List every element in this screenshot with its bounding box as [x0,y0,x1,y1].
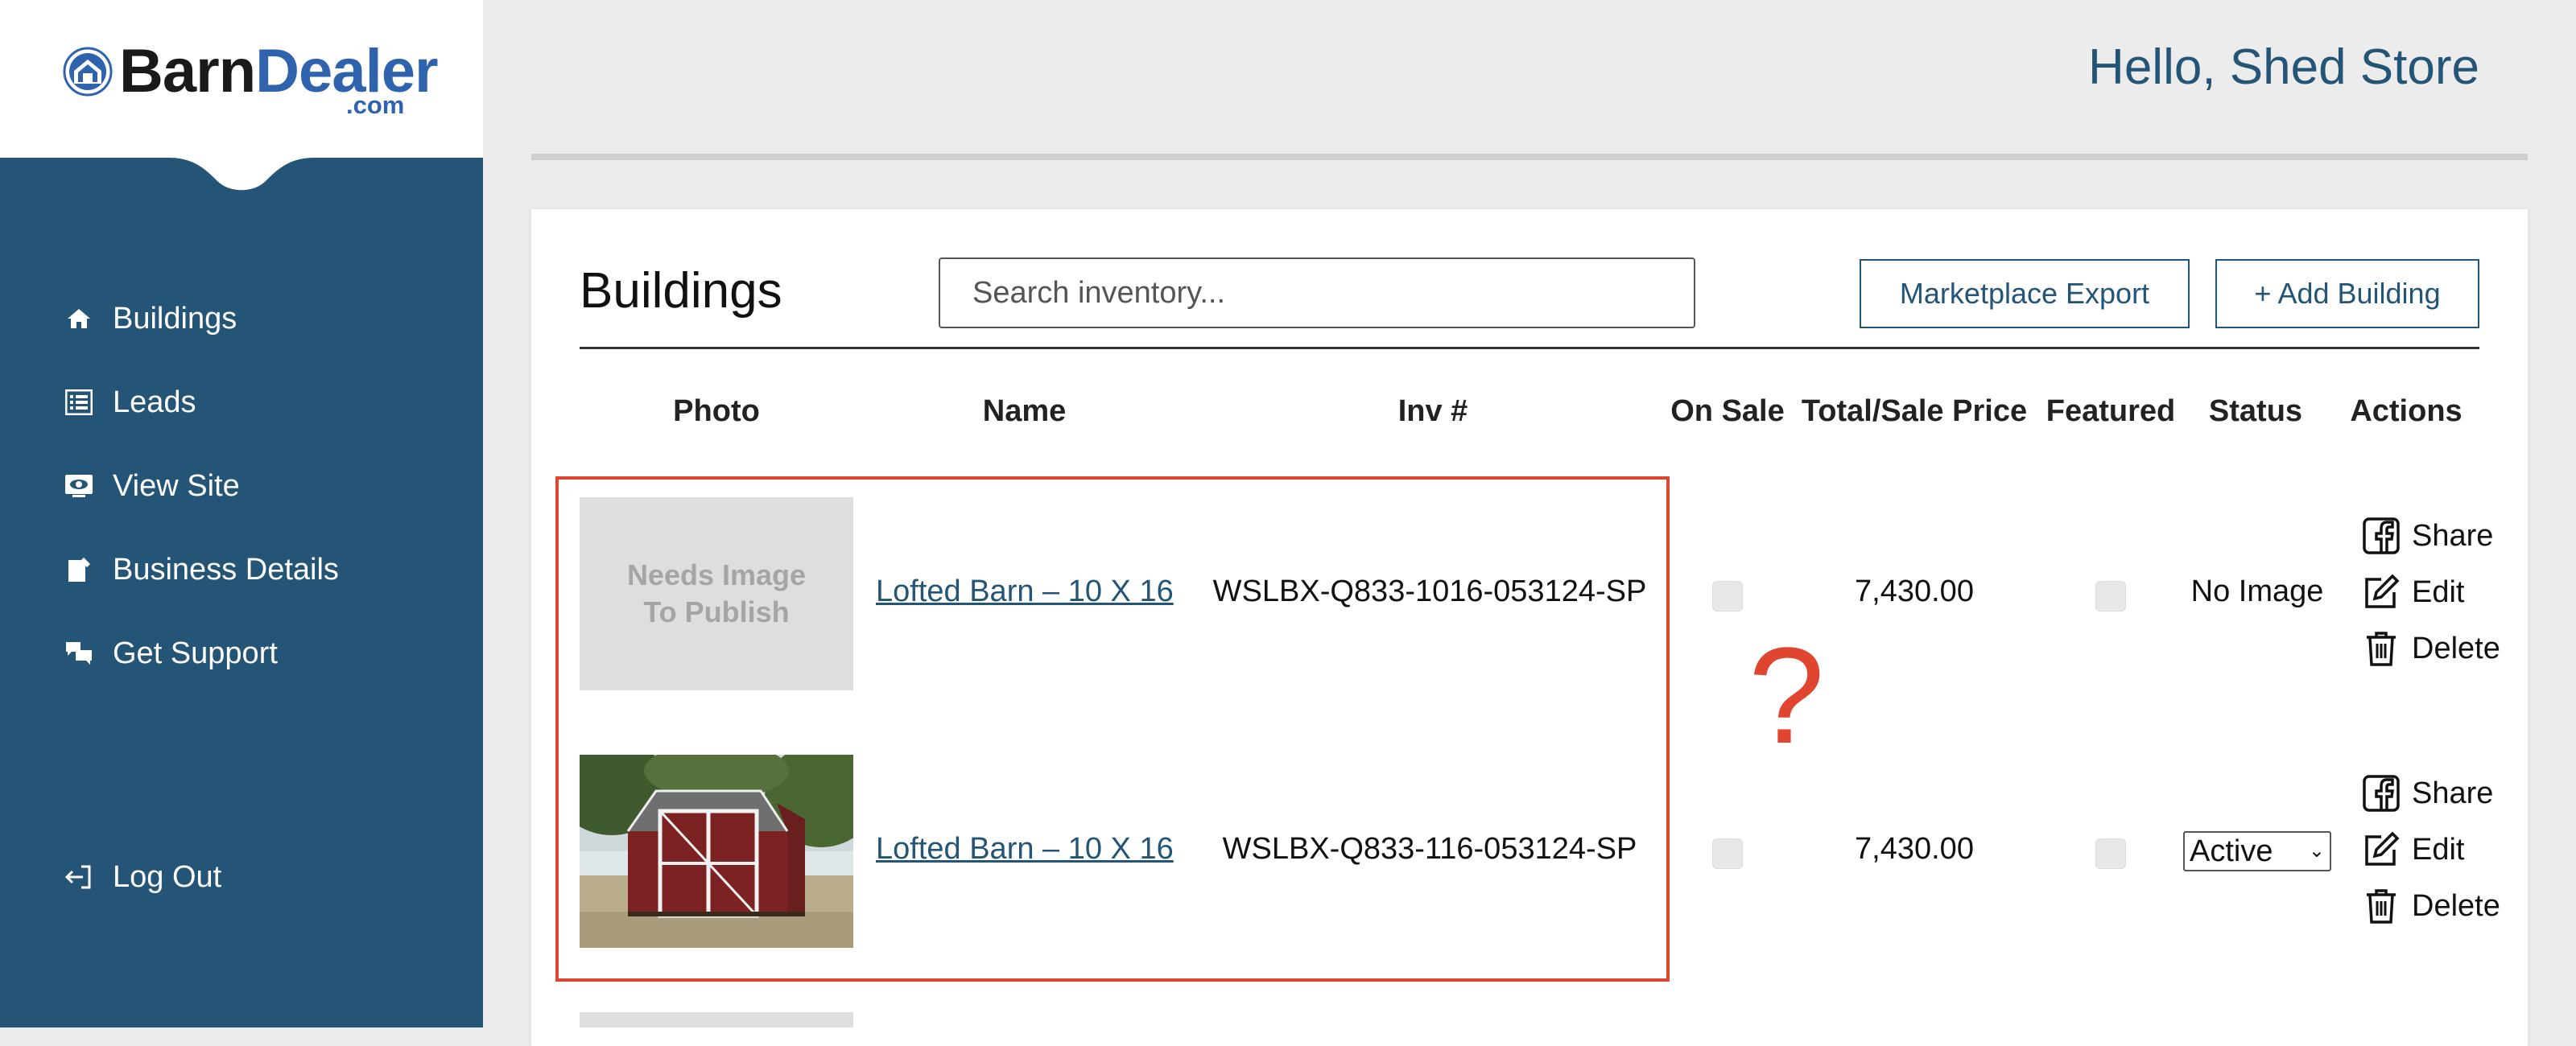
sidebar-item-view-site[interactable]: View Site [63,462,449,510]
status-select-value: Active [2190,834,2273,868]
share-label: Share [2412,776,2494,810]
sidebar-item-label: Get Support [113,636,278,670]
logout-icon [63,861,95,893]
column-header-on-sale: On Sale [1670,394,1785,428]
column-header-featured: Featured [2046,394,2176,428]
sidebar-item-buildings[interactable]: Buildings [63,294,449,343]
brand-suffix: .com [346,91,405,119]
edit-button[interactable]: Edit [2362,573,2464,612]
column-header-name: Name [982,394,1067,428]
on-sale-checkbox[interactable] [1712,838,1743,869]
header-divider [531,154,2528,160]
sidebar-item-label: Buildings [113,301,237,336]
column-header-photo: Photo [673,394,760,428]
highlight-box [555,476,1670,982]
annotation-question-mark: ? [1748,620,1825,772]
column-header-inv: Inv # [1397,394,1468,428]
logout-link[interactable]: Log Out [63,853,449,901]
status-text: No Image [2190,574,2324,608]
sidebar-item-leads[interactable]: Leads [63,378,449,426]
featured-checkbox[interactable] [2095,581,2126,612]
facebook-icon [2363,517,2400,554]
sidebar-item-label: Leads [113,385,196,419]
chat-icon [63,637,95,669]
column-header-actions: Actions [2350,394,2462,428]
edit-icon [2365,574,2400,608]
share-button[interactable]: Share [2362,517,2493,555]
delete-label: Delete [2412,888,2500,923]
sidebar-item-label: Business Details [113,552,339,587]
trash-icon [2367,889,2396,924]
list-icon [63,386,95,418]
on-sale-checkbox[interactable] [1712,581,1743,612]
trash-icon [2367,632,2396,666]
delete-label: Delete [2412,631,2500,665]
price: 7,430.00 [1855,574,1974,608]
edit-label: Edit [2412,574,2465,609]
edit-button[interactable]: Edit [2362,830,2464,869]
document-edit-icon [63,554,95,586]
sidebar-item-business-details[interactable]: Business Details [63,546,449,594]
sidebar-item-get-support[interactable]: Get Support [63,629,449,677]
edit-label: Edit [2412,832,2465,867]
column-header-price: Total/Sale Price [1801,394,2028,428]
share-button[interactable]: Share [2362,774,2493,813]
page-title: Buildings [580,263,782,319]
eye-icon [63,470,95,502]
sidebar: BarnDealer .com Buildings Leads View Sit… [0,0,483,1027]
sidebar-item-label: View Site [113,468,240,503]
add-building-button[interactable]: + Add Building [2215,259,2479,328]
search-input[interactable] [939,257,1695,328]
title-divider [580,347,2479,349]
home-icon [63,303,95,335]
marketplace-export-button[interactable]: Marketplace Export [1860,259,2190,328]
featured-checkbox[interactable] [2095,838,2126,869]
photo-placeholder-partial [580,1012,853,1027]
share-label: Share [2412,518,2494,553]
column-header-status: Status [2208,394,2303,428]
edit-icon [2365,831,2400,866]
status-select[interactable]: Active ⌄ [2183,831,2331,871]
barn-logo-icon [63,47,113,97]
facebook-icon [2363,775,2400,812]
delete-button[interactable]: Delete [2362,887,2500,925]
delete-button[interactable]: Delete [2362,629,2500,668]
greeting: Hello, Shed Store [2088,39,2479,95]
price: 7,430.00 [1855,832,1974,866]
logout-label: Log Out [113,859,222,894]
chevron-down-icon: ⌄ [2308,840,2325,862]
